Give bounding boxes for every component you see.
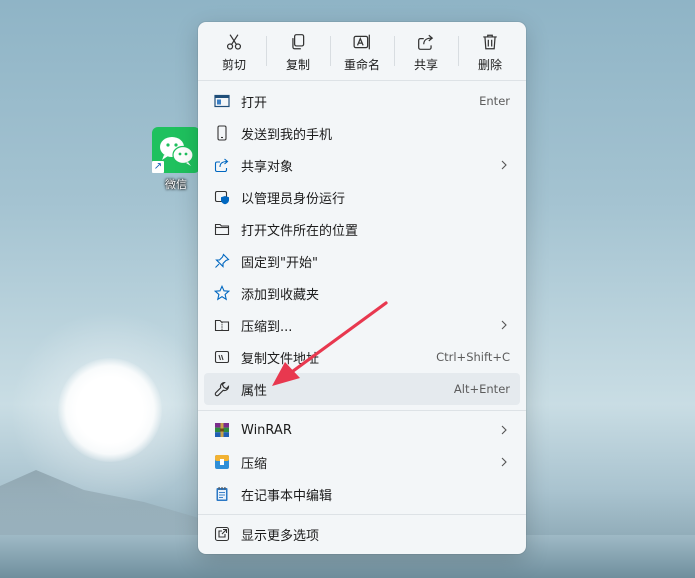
menu-item-open[interactable]: 打开 Enter — [204, 85, 520, 117]
winrar-icon — [215, 423, 229, 437]
menu-item-pin-to-start[interactable]: 固定到"开始" — [204, 245, 520, 277]
wallpaper-sun — [58, 358, 162, 462]
rename-label: 重命名 — [343, 58, 380, 72]
phone-icon — [217, 125, 227, 141]
menu-item-properties[interactable]: 属性 Alt+Enter — [204, 373, 520, 405]
chevron-right-icon — [501, 425, 507, 435]
menu-item-label: 打开文件所在的位置 — [241, 223, 359, 239]
share-icon — [418, 34, 434, 50]
share-label: 共享 — [413, 58, 438, 72]
rename-button[interactable]: 重命名 — [330, 22, 394, 80]
pin-icon — [215, 253, 230, 268]
menu-item-label: 固定到"开始" — [241, 255, 318, 271]
menu-item-send-to-phone[interactable]: 发送到我的手机 — [204, 117, 520, 149]
menu-item-label: 发送到我的手机 — [241, 127, 333, 143]
menu-item-shortcut: Enter — [479, 94, 510, 108]
cut-button[interactable]: 剪切 — [202, 22, 266, 80]
menu-item-label: 打开 — [241, 95, 268, 111]
menu-item-label: 显示更多选项 — [241, 528, 320, 544]
copy-label: 复制 — [285, 58, 310, 72]
trash-icon — [483, 34, 497, 50]
menu-item-add-to-favorites[interactable]: 添加到收藏夹 — [204, 277, 520, 309]
menu-item-compress[interactable]: 压缩 — [204, 446, 520, 478]
menu-group-main: 打开 Enter 发送到我的手机 共享对象 以管理员身份运行 打开文件所在的位置… — [204, 85, 520, 405]
menu-item-label: WinRAR — [241, 422, 292, 438]
menu-separator — [198, 514, 526, 515]
open-window-icon — [214, 94, 230, 108]
menu-item-label: 复制文件地址 — [241, 351, 320, 367]
menu-item-show-more-options[interactable]: 显示更多选项 — [204, 518, 520, 550]
context-menu-toolbar: 剪切 复制 重命名 共享 删除 — [198, 22, 526, 80]
menu-item-label: 共享对象 — [241, 159, 294, 175]
wechat-icon: ↗ — [152, 127, 200, 173]
copy-icon — [292, 34, 305, 50]
menu-item-winrar[interactable]: WinRAR — [204, 414, 520, 446]
cut-label: 剪切 — [221, 58, 246, 72]
wrench-icon — [214, 381, 230, 397]
menu-separator — [198, 80, 526, 81]
scissors-icon — [226, 34, 242, 50]
chevron-right-icon — [501, 457, 507, 467]
zip-folder-icon — [214, 319, 230, 332]
copy-path-icon — [214, 350, 230, 364]
star-icon — [214, 285, 230, 301]
desktop-icon-label: 微信 — [165, 178, 187, 191]
menu-item-label: 压缩到... — [241, 319, 293, 335]
shortcut-arrow-icon: ↗ — [152, 161, 164, 173]
menu-item-label: 在记事本中编辑 — [241, 488, 333, 504]
menu-group-extensions: WinRAR 压缩 在记事本中编辑 — [204, 414, 520, 510]
menu-item-label: 压缩 — [241, 456, 268, 472]
delete-button[interactable]: 删除 — [458, 22, 522, 80]
menu-item-edit-in-notepad[interactable]: 在记事本中编辑 — [204, 478, 520, 510]
notepad-icon — [216, 487, 228, 501]
menu-item-shortcut: Ctrl+Shift+C — [436, 350, 510, 364]
compress-icon — [215, 455, 229, 469]
menu-item-label: 添加到收藏夹 — [241, 287, 320, 303]
desktop-shortcut-wechat[interactable]: ↗ 微信 — [152, 127, 200, 192]
chevron-right-icon — [501, 160, 507, 170]
share-button[interactable]: 共享 — [394, 22, 458, 80]
menu-item-compress-to[interactable]: 压缩到... — [204, 309, 520, 341]
menu-item-share-with[interactable]: 共享对象 — [204, 149, 520, 181]
share-icon — [214, 158, 229, 173]
delete-label: 删除 — [477, 58, 502, 72]
menu-item-run-as-admin[interactable]: 以管理员身份运行 — [204, 181, 520, 213]
more-options-icon — [214, 526, 230, 542]
chevron-right-icon — [501, 320, 507, 330]
menu-item-label: 属性 — [241, 383, 268, 399]
shield-icon — [214, 190, 229, 205]
context-menu: 剪切 复制 重命名 共享 删除 打开 Enter 发送到我的手机 共享对象 以管… — [198, 22, 526, 554]
menu-item-shortcut: Alt+Enter — [453, 382, 510, 396]
copy-button[interactable]: 复制 — [266, 22, 330, 80]
menu-separator — [198, 410, 526, 411]
rename-icon — [353, 34, 370, 50]
menu-group-more: 显示更多选项 — [204, 518, 520, 550]
menu-item-open-file-location[interactable]: 打开文件所在的位置 — [204, 213, 520, 245]
folder-icon — [214, 223, 230, 236]
menu-item-label: 以管理员身份运行 — [241, 191, 346, 207]
menu-item-copy-as-path[interactable]: 复制文件地址 Ctrl+Shift+C — [204, 341, 520, 373]
